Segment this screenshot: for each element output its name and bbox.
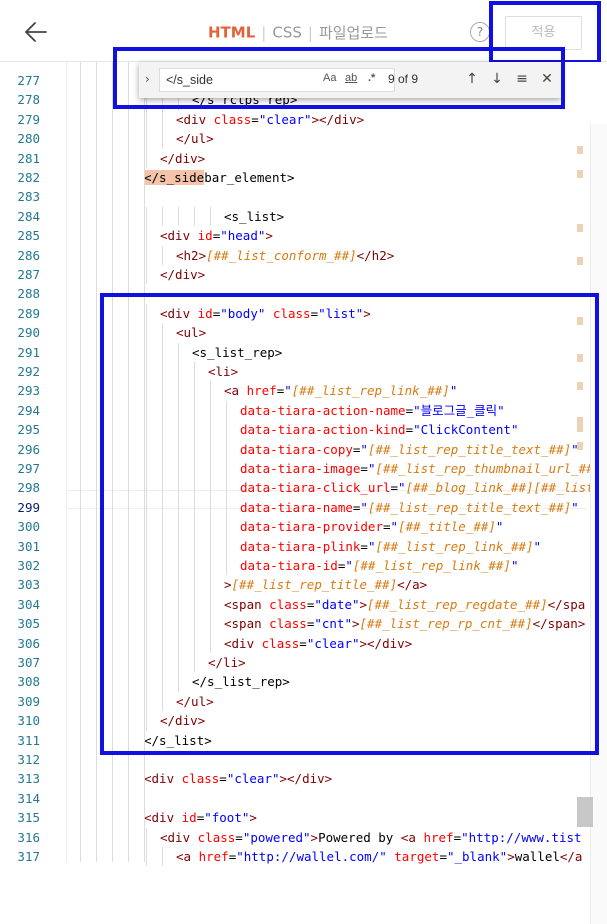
indent-guide — [80, 62, 81, 862]
line-number: 309 — [17, 693, 40, 709]
line-number: 286 — [17, 247, 40, 263]
line-number: 284 — [17, 208, 40, 224]
line-number: 310 — [17, 713, 40, 729]
line-number: 288 — [17, 286, 40, 302]
line-number: 287 — [17, 267, 40, 282]
back-arrow-icon[interactable] — [22, 18, 50, 46]
code-line: <div id="head"> — [160, 228, 273, 244]
line-number: 293 — [17, 383, 40, 399]
indent-guide — [162, 847, 163, 867]
line-number: 301 — [17, 538, 40, 554]
line-number: 308 — [17, 674, 40, 690]
line-number: 278 — [17, 92, 40, 108]
line-number: 304 — [17, 596, 40, 612]
line-number: 277 — [17, 73, 40, 88]
line-number: 280 — [17, 131, 40, 147]
find-highlight-box — [113, 47, 565, 109]
code-line: <a href="http://wallel.com/" target="_bl… — [176, 849, 583, 864]
code-line: </s_sidebar_element> — [144, 170, 295, 185]
line-number: 285 — [17, 228, 40, 244]
match-marker — [577, 224, 583, 232]
code-line: <div class="clear"></div> — [144, 771, 333, 787]
tab-html[interactable]: HTML — [208, 24, 255, 42]
scrollbar-thumb[interactable] — [577, 797, 593, 827]
line-number: 282 — [17, 170, 40, 185]
indent-guide — [146, 265, 147, 285]
code-line: </div> — [160, 150, 206, 166]
match-marker — [577, 257, 583, 265]
tab-file-upload[interactable]: 파일업로드 — [319, 24, 388, 42]
indent-guide — [146, 245, 147, 265]
tab-divider: | — [261, 23, 267, 42]
line-number: 300 — [17, 519, 40, 535]
code-line: <div class="clear"></div> — [176, 111, 365, 127]
editor-tabs: HTML | CSS | 파일업로드 — [208, 22, 388, 43]
line-number: 296 — [17, 441, 40, 457]
line-number: 289 — [17, 305, 40, 321]
line-number: 291 — [17, 344, 40, 360]
tab-divider: | — [307, 23, 313, 42]
code-line: <s_list> — [224, 208, 285, 224]
gutter-divider — [66, 62, 67, 862]
indent-guide — [162, 245, 163, 265]
tab-css[interactable]: CSS — [272, 24, 302, 42]
code-line: <div class="powered">Powered by <a href=… — [160, 829, 582, 845]
indent-guide — [162, 129, 163, 149]
line-number: 317 — [17, 849, 40, 864]
line-number: 315 — [17, 810, 40, 826]
line-number: 283 — [17, 189, 40, 205]
indent-guide — [146, 129, 147, 149]
indent-guide — [146, 226, 147, 246]
code-line: <h2>[##_list_conform_##]</h2> — [176, 247, 395, 263]
indent-guide — [210, 206, 211, 227]
indent-guide — [194, 206, 195, 227]
line-number: 307 — [17, 655, 40, 670]
indent-guide — [146, 847, 147, 867]
indent-guide — [96, 62, 97, 862]
line-number: 311 — [17, 732, 40, 748]
line-number: 313 — [17, 771, 40, 787]
indent-guide — [146, 109, 147, 130]
indent-guide — [146, 827, 147, 847]
line-number: 314 — [17, 790, 40, 806]
line-number: 298 — [17, 480, 40, 496]
code-highlight-box — [100, 293, 599, 755]
indent-guide — [178, 206, 179, 227]
code-line: </div> — [160, 267, 206, 282]
indent-guide — [146, 206, 147, 227]
indent-guide — [146, 148, 147, 168]
line-number: 295 — [17, 422, 40, 438]
line-number: 292 — [17, 364, 40, 379]
line-number: 281 — [17, 150, 40, 166]
line-number: 302 — [17, 558, 40, 573]
line-number: 312 — [17, 752, 40, 767]
indent-guide — [162, 206, 163, 227]
line-number: 279 — [17, 111, 40, 127]
indent-guide — [162, 109, 163, 130]
line-number: 294 — [17, 402, 40, 418]
code-line: <div id="foot"> — [144, 810, 257, 826]
help-icon[interactable]: ? — [470, 22, 490, 42]
line-number: 306 — [17, 635, 40, 651]
match-marker — [577, 170, 583, 178]
line-number: 290 — [17, 325, 40, 341]
line-number: 303 — [17, 577, 40, 593]
match-marker — [577, 146, 583, 154]
line-number: 305 — [17, 616, 40, 632]
code-line: </ul> — [176, 131, 214, 147]
line-number: 316 — [17, 829, 40, 845]
line-number-gutter: 277 278 279 280 281 282 283 284 285 286 287 288 289 2… — [0, 62, 66, 864]
line-number: 299 — [17, 499, 40, 515]
line-number: 297 — [17, 461, 40, 476]
